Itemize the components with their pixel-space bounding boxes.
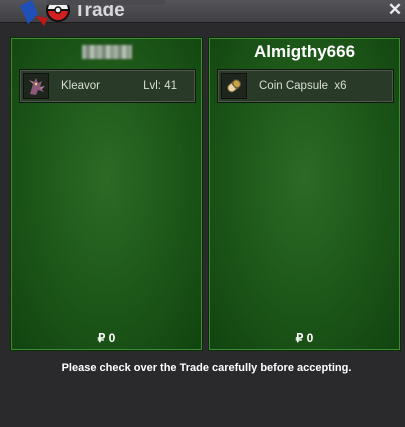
- money-offer: ₽ 0: [97, 331, 116, 345]
- kleavor-icon: [23, 73, 49, 99]
- trade-slot-coin-capsule[interactable]: Coin Capsule x6: [217, 69, 394, 103]
- slot-item-name: Coin Capsule x6: [259, 80, 347, 92]
- redacted-player-name: [82, 45, 132, 59]
- trade-slot-kleavor[interactable]: Kleavor Lvl: 41: [19, 69, 196, 103]
- my-trade-panel: Kleavor Lvl: 41 ₽ 0: [10, 37, 203, 351]
- slot-item-name: Kleavor: [61, 80, 100, 92]
- trade-window: Trade ✕ Kleavor Lvl: 41 ₽ 0 Almigthy666: [0, 0, 405, 427]
- coin-capsule-icon: [221, 73, 247, 99]
- redaction-strip: [47, 0, 165, 5]
- pokeball-logo-icon: [20, 0, 71, 26]
- money-offer: ₽ 0: [295, 331, 314, 345]
- partner-player-name: Almigthy666: [253, 42, 356, 61]
- partner-trade-panel: Almigthy666 Coin Capsule x6 ₽ 0: [208, 37, 401, 351]
- slot-item-level: Lvl: 41: [143, 80, 177, 92]
- trade-notice: Please check over the Trade carefully be…: [61, 362, 352, 374]
- close-button[interactable]: ✕: [387, 0, 403, 20]
